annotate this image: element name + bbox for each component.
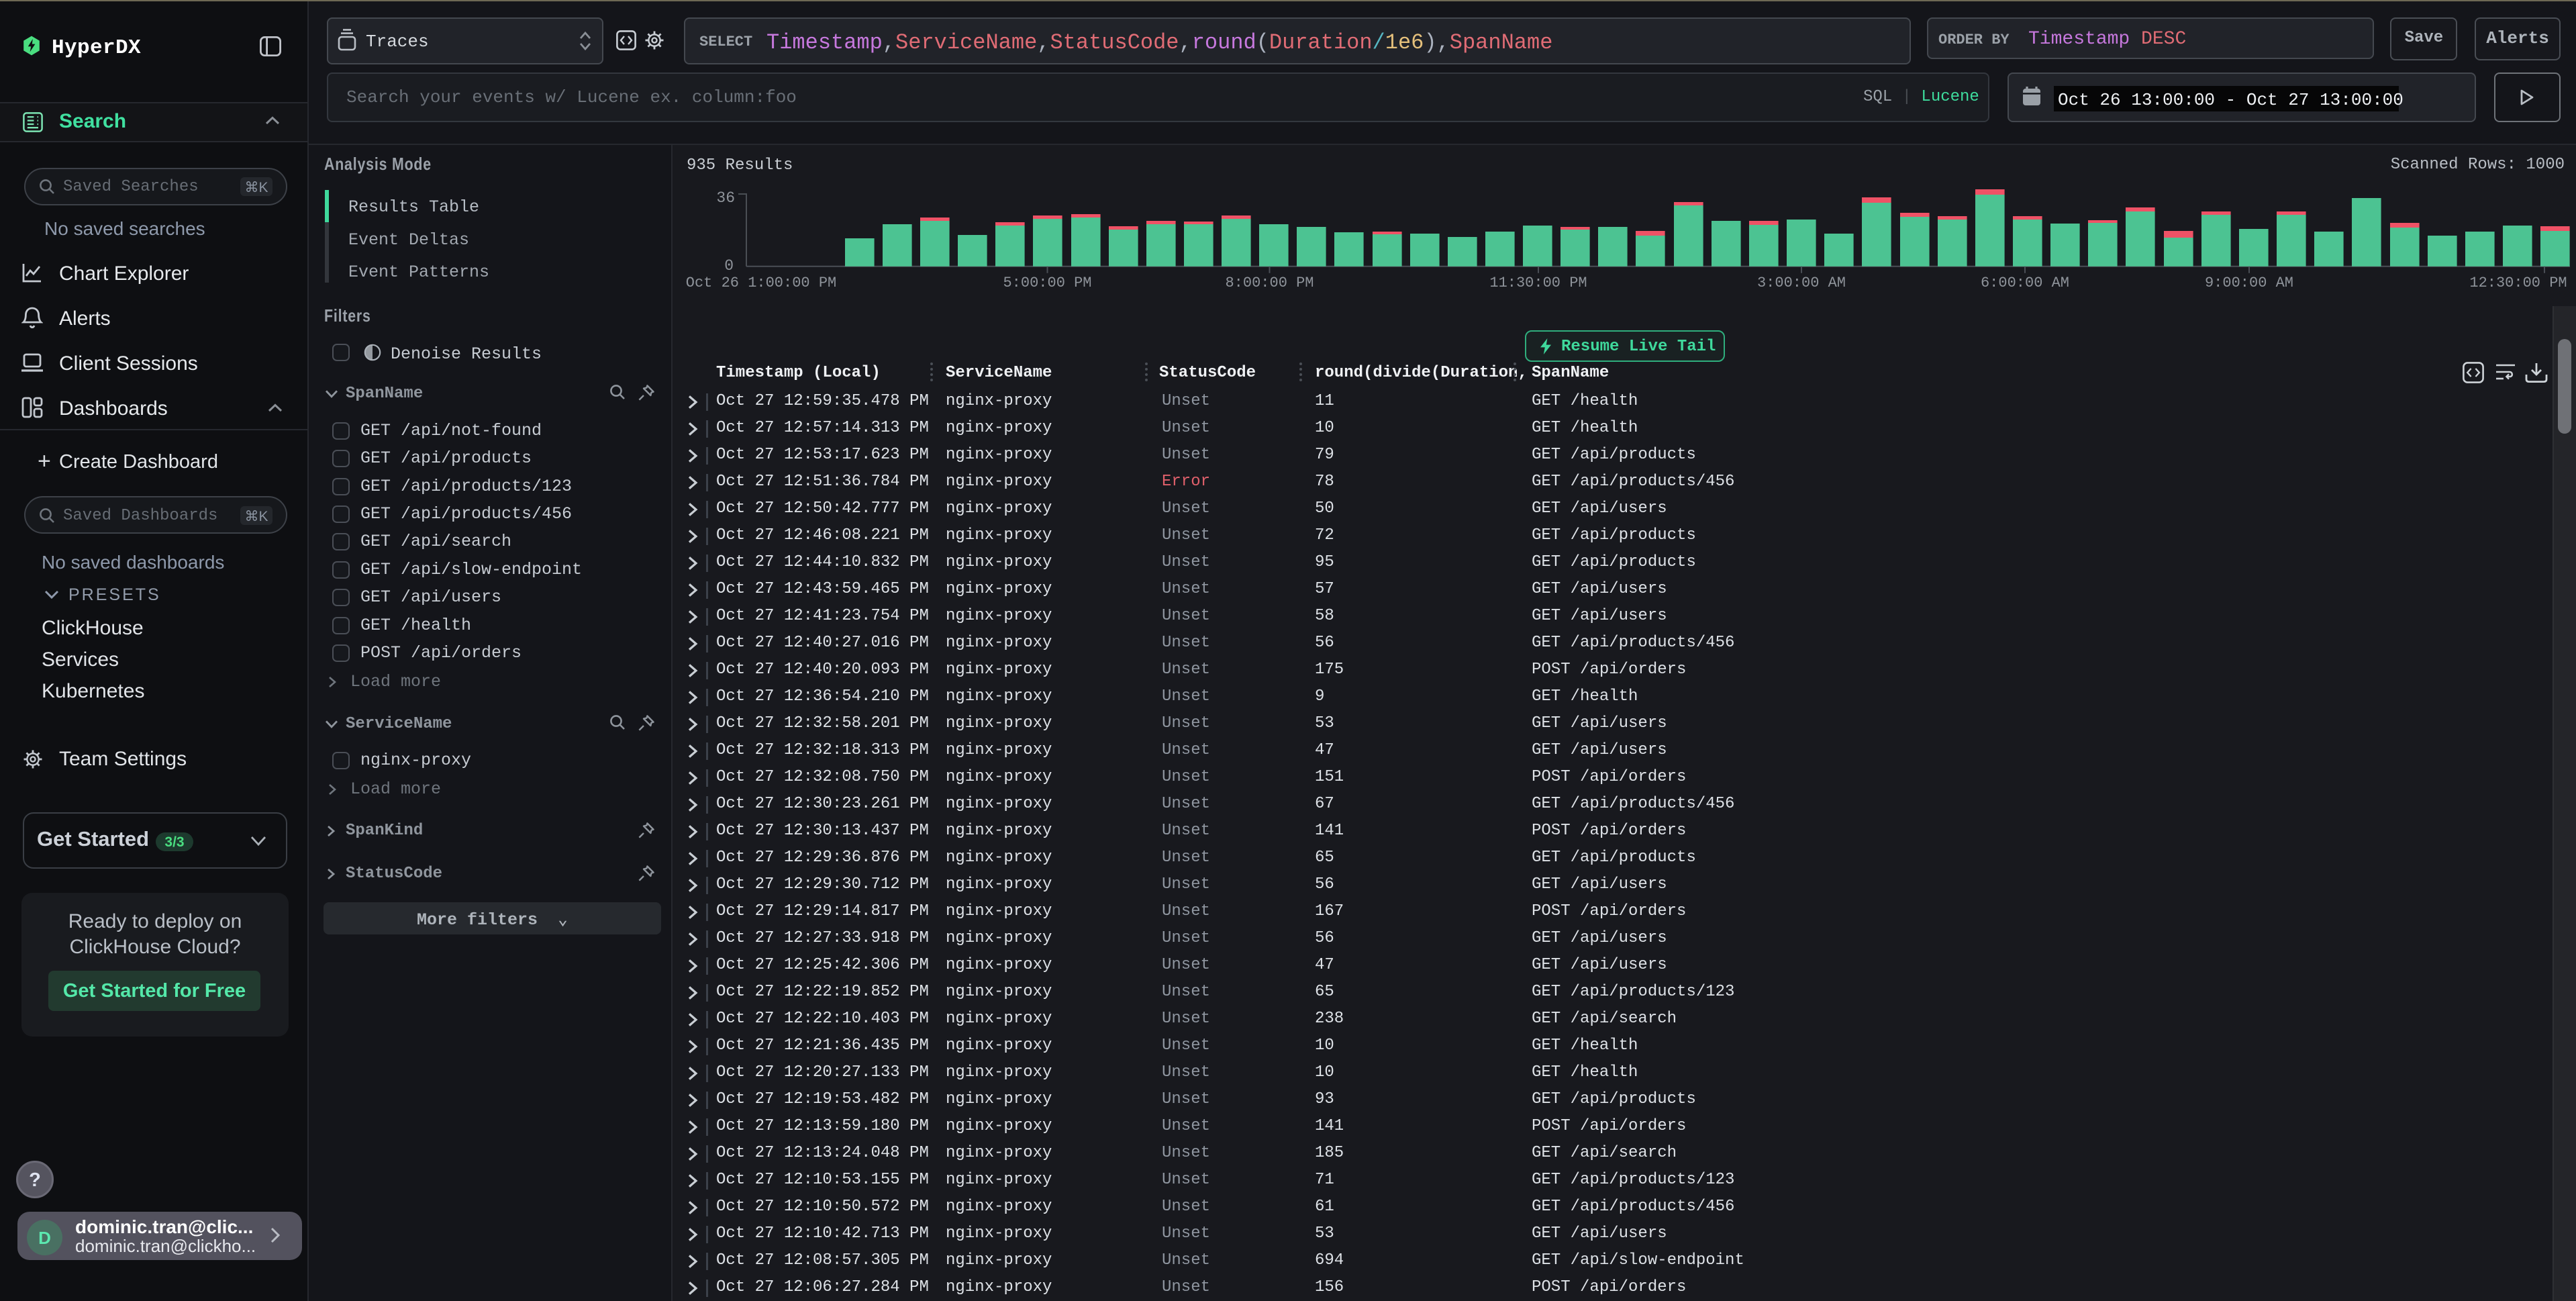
svg-text:5:00:00 PM: 5:00:00 PM (1003, 275, 1091, 291)
svg-text:Oct 26 1:00:00 PM: Oct 26 1:00:00 PM (686, 275, 836, 291)
svg-text:3:00:00 AM: 3:00:00 AM (1757, 275, 1846, 291)
svg-text:12:30:00 PM: 12:30:00 PM (2469, 275, 2567, 291)
svg-text:8:00:00 PM: 8:00:00 PM (1225, 275, 1314, 291)
svg-text:11:30:00 PM: 11:30:00 PM (1489, 275, 1587, 291)
svg-text:36: 36 (716, 189, 735, 207)
svg-text:6:00:00 AM: 6:00:00 AM (1981, 275, 2069, 291)
svg-text:9:00:00 AM: 9:00:00 AM (2205, 275, 2293, 291)
svg-text:0: 0 (724, 257, 734, 275)
